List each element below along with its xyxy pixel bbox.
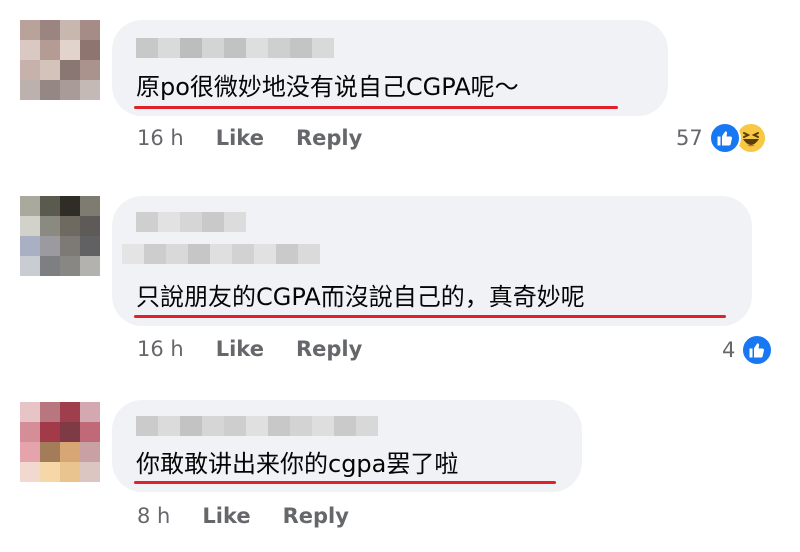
like-button[interactable]: Like: [216, 126, 264, 150]
like-icon: [708, 122, 741, 154]
reply-button[interactable]: Reply: [296, 337, 362, 361]
blurred-author-name[interactable]: [136, 416, 378, 436]
comment-actions: 16 h Like Reply: [137, 337, 362, 361]
avatar[interactable]: [20, 196, 100, 276]
like-button[interactable]: Like: [216, 337, 264, 361]
blurred-author-name-line2: [122, 244, 320, 264]
blurred-author-name[interactable]: [136, 212, 246, 232]
comment-timestamp[interactable]: 8 h: [137, 504, 170, 528]
comment-text: 只說朋友的CGPA而沒說自己的，真奇妙呢: [136, 283, 585, 311]
reply-button[interactable]: Reply: [283, 504, 349, 528]
like-icon: [741, 334, 774, 366]
reaction-count: 57: [676, 126, 703, 150]
like-button[interactable]: Like: [202, 504, 250, 528]
highlight-underline: [134, 106, 618, 109]
reply-button[interactable]: Reply: [296, 126, 362, 150]
highlight-underline: [134, 481, 556, 484]
avatar[interactable]: [20, 402, 100, 482]
avatar[interactable]: [20, 20, 100, 100]
comment-bubble: 只說朋友的CGPA而沒說自己的，真奇妙呢: [112, 196, 752, 326]
reaction-count: 4: [722, 338, 736, 362]
reaction-summary[interactable]: 57: [676, 122, 767, 154]
comment-actions: 8 h Like Reply: [137, 504, 349, 528]
comment-timestamp[interactable]: 16 h: [137, 337, 184, 361]
blurred-author-name[interactable]: [136, 38, 334, 58]
reaction-summary[interactable]: 4: [722, 334, 774, 366]
comment-actions: 16 h Like Reply: [137, 126, 362, 150]
comment-bubble: 原po很微妙地没有说自己CGPA呢～: [112, 20, 668, 116]
comment-bubble: 你敢敢讲出来你的cgpa罢了啦: [112, 400, 582, 492]
highlight-underline: [134, 315, 726, 318]
comment-text: 你敢敢讲出来你的cgpa罢了啦: [136, 450, 459, 478]
comment-text: 原po很微妙地没有说自己CGPA呢～: [136, 73, 519, 101]
comment-timestamp[interactable]: 16 h: [137, 126, 184, 150]
